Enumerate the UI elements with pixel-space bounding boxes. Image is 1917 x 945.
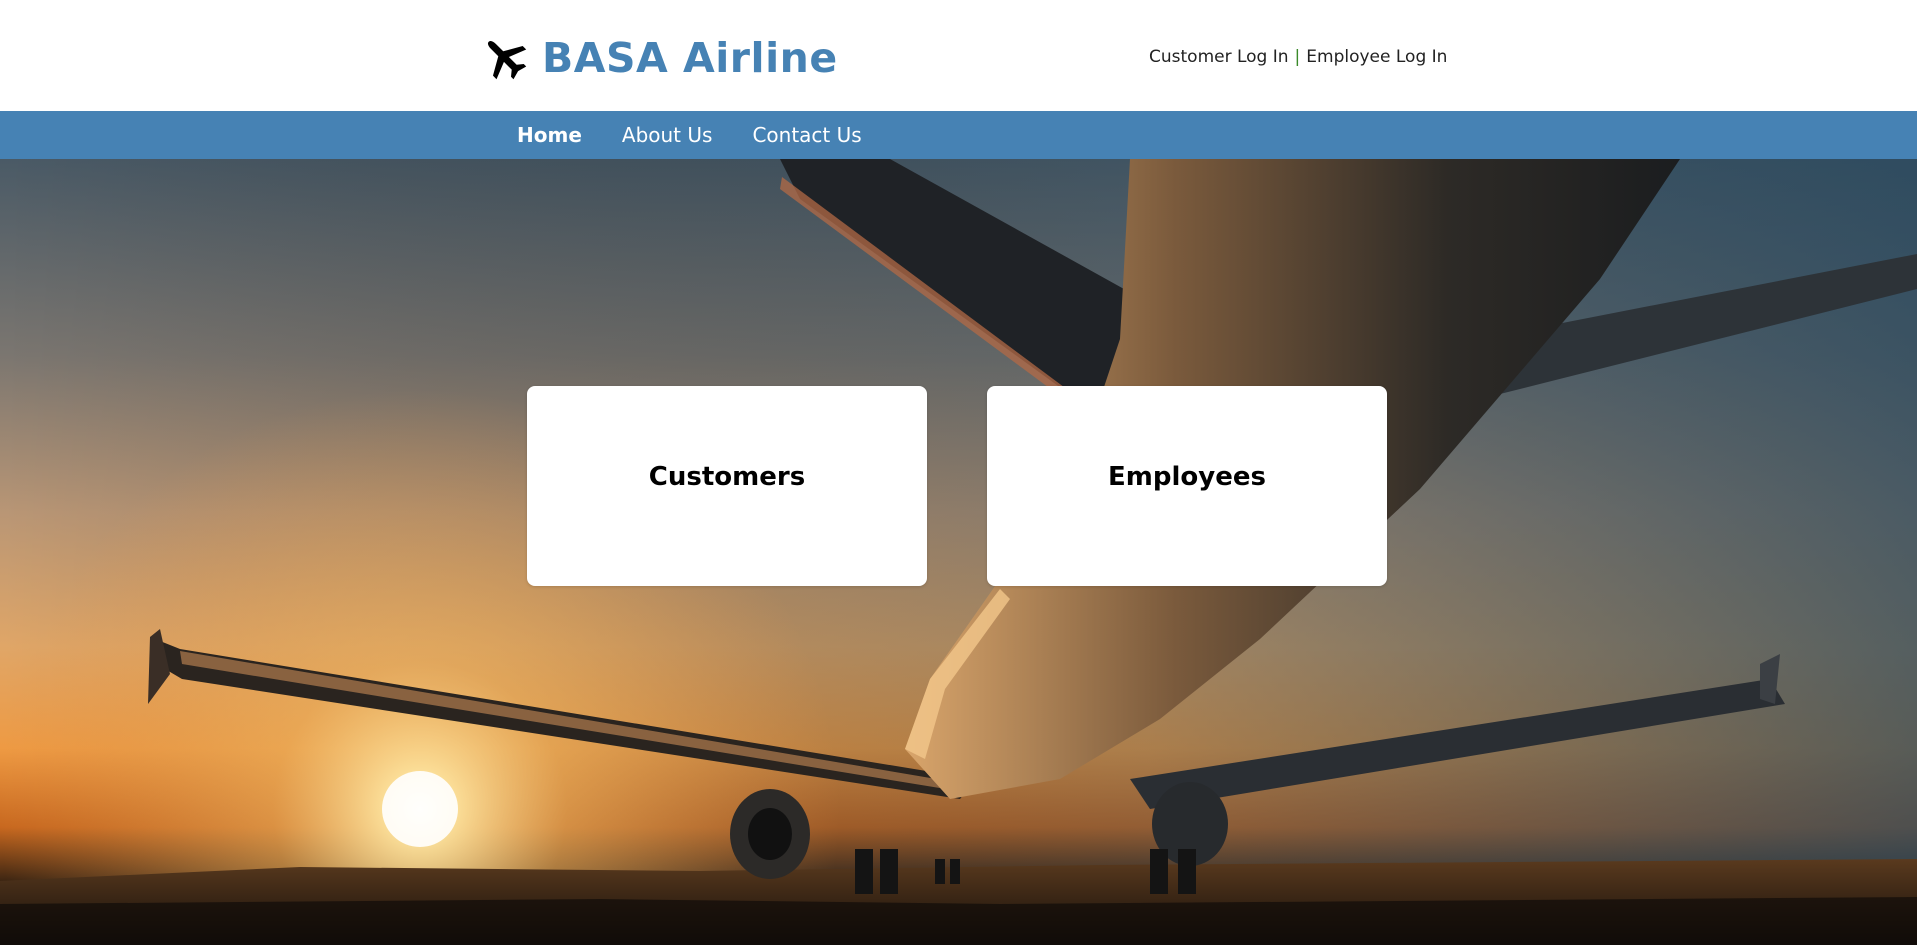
nav-item-home[interactable]: Home bbox=[517, 123, 582, 147]
site-header: BASA Airline Customer Log In | Employee Lo… bbox=[0, 0, 1917, 111]
login-separator: | bbox=[1294, 47, 1301, 67]
customer-login-link[interactable]: Customer Log In bbox=[1149, 47, 1289, 67]
customers-card[interactable]: Customers bbox=[527, 386, 927, 586]
airplane-icon bbox=[480, 33, 530, 83]
hero-illustration bbox=[0, 159, 1917, 945]
employees-card[interactable]: Employees bbox=[987, 386, 1387, 586]
nav-item-about-us[interactable]: About Us bbox=[622, 123, 713, 147]
customers-card-title: Customers bbox=[648, 462, 806, 492]
main-nav: Home About Us Contact Us bbox=[0, 111, 1917, 159]
nav-items: Home About Us Contact Us bbox=[517, 111, 902, 159]
brand-name: BASA Airline bbox=[542, 34, 838, 82]
nav-item-contact-us[interactable]: Contact Us bbox=[752, 123, 861, 147]
employee-login-link[interactable]: Employee Log In bbox=[1306, 47, 1447, 67]
brand-logo[interactable]: BASA Airline bbox=[480, 28, 838, 88]
hero-image bbox=[0, 159, 1917, 945]
login-links: Customer Log In | Employee Log In bbox=[1149, 47, 1447, 67]
page: BASA Airline Customer Log In | Employee Lo… bbox=[0, 0, 1917, 945]
employees-card-title: Employees bbox=[1108, 462, 1266, 492]
